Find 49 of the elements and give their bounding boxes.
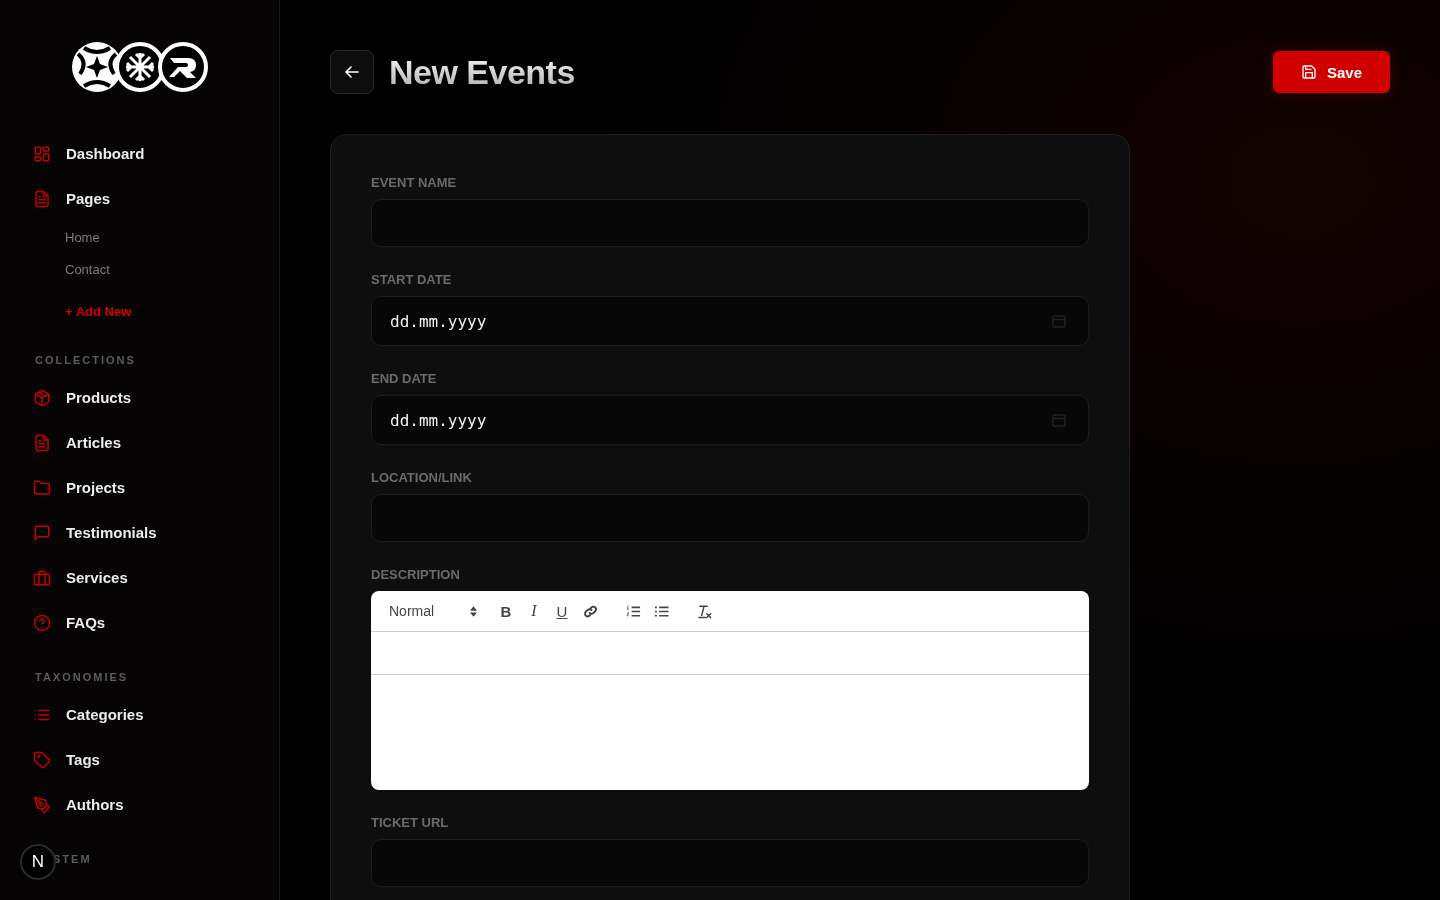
- sidebar-item[interactable]: Testimonials: [0, 510, 157, 555]
- tag-icon: [33, 750, 51, 769]
- sidebar-item[interactable]: FAQs: [0, 600, 106, 645]
- section-heading: TAXONOMIES: [35, 670, 129, 685]
- sidebar-item[interactable]: Tags: [0, 737, 100, 782]
- cube-icon: [33, 388, 51, 407]
- bullet-list-icon: [653, 603, 669, 619]
- field-label: START DATE: [371, 272, 452, 288]
- clear-format-icon: [696, 603, 712, 619]
- dev-tools-button[interactable]: N: [20, 844, 56, 880]
- speech-bubble-icon: [33, 523, 51, 542]
- add-new-link[interactable]: + Add New: [65, 296, 132, 328]
- field-label: LOCATION/LINK: [371, 470, 472, 486]
- sidebar-item[interactable]: Pages: [0, 176, 111, 221]
- section-heading: COLLECTIONS: [35, 353, 136, 368]
- sidebar-item[interactable]: Dashboard: [0, 131, 145, 176]
- underline-button[interactable]: U: [548, 599, 576, 623]
- sidebar-item[interactable]: Products: [0, 375, 131, 420]
- italic-button[interactable]: I: [520, 599, 548, 623]
- sidebar-subitem[interactable]: Contact: [65, 254, 110, 286]
- field-label: DESCRIPTION: [371, 567, 460, 583]
- chain-link-icon: [582, 603, 598, 619]
- field-label: END DATE: [371, 371, 437, 387]
- field-label: TICKET URL: [371, 815, 449, 831]
- document-icon: [33, 433, 51, 452]
- question-circle-icon: [33, 613, 51, 632]
- format-dropdown[interactable]: Normal: [389, 599, 477, 623]
- sidebar-item[interactable]: Categories: [0, 692, 144, 737]
- calendar-icon[interactable]: [1052, 314, 1066, 328]
- sidebar-item[interactable]: Services: [0, 555, 128, 600]
- briefcase-icon: [33, 568, 51, 587]
- save-button[interactable]: Save: [1273, 51, 1390, 93]
- field-label: EVENT NAME: [371, 175, 457, 191]
- sidebar-item[interactable]: Articles: [0, 420, 122, 465]
- back-arrow-icon: [344, 64, 360, 80]
- date-input[interactable]: dd.mm.yyyy: [371, 296, 1089, 346]
- calendar-icon[interactable]: [1052, 413, 1066, 427]
- numbered-list-icon: [625, 603, 641, 619]
- sidebar-item[interactable]: Projects: [0, 465, 126, 510]
- up-down-caret-icon: [470, 605, 477, 617]
- document-icon: [33, 189, 51, 208]
- grid-icon: [33, 144, 51, 163]
- sidebar-subitem[interactable]: Home: [65, 222, 100, 254]
- pen-nib-icon: [33, 795, 51, 814]
- back-button[interactable]: [330, 50, 374, 94]
- sidebar-item[interactable]: Authors: [0, 782, 124, 827]
- bold-button[interactable]: B: [492, 599, 520, 623]
- date-input[interactable]: dd.mm.yyyy: [371, 395, 1089, 445]
- folder-icon: [33, 478, 51, 497]
